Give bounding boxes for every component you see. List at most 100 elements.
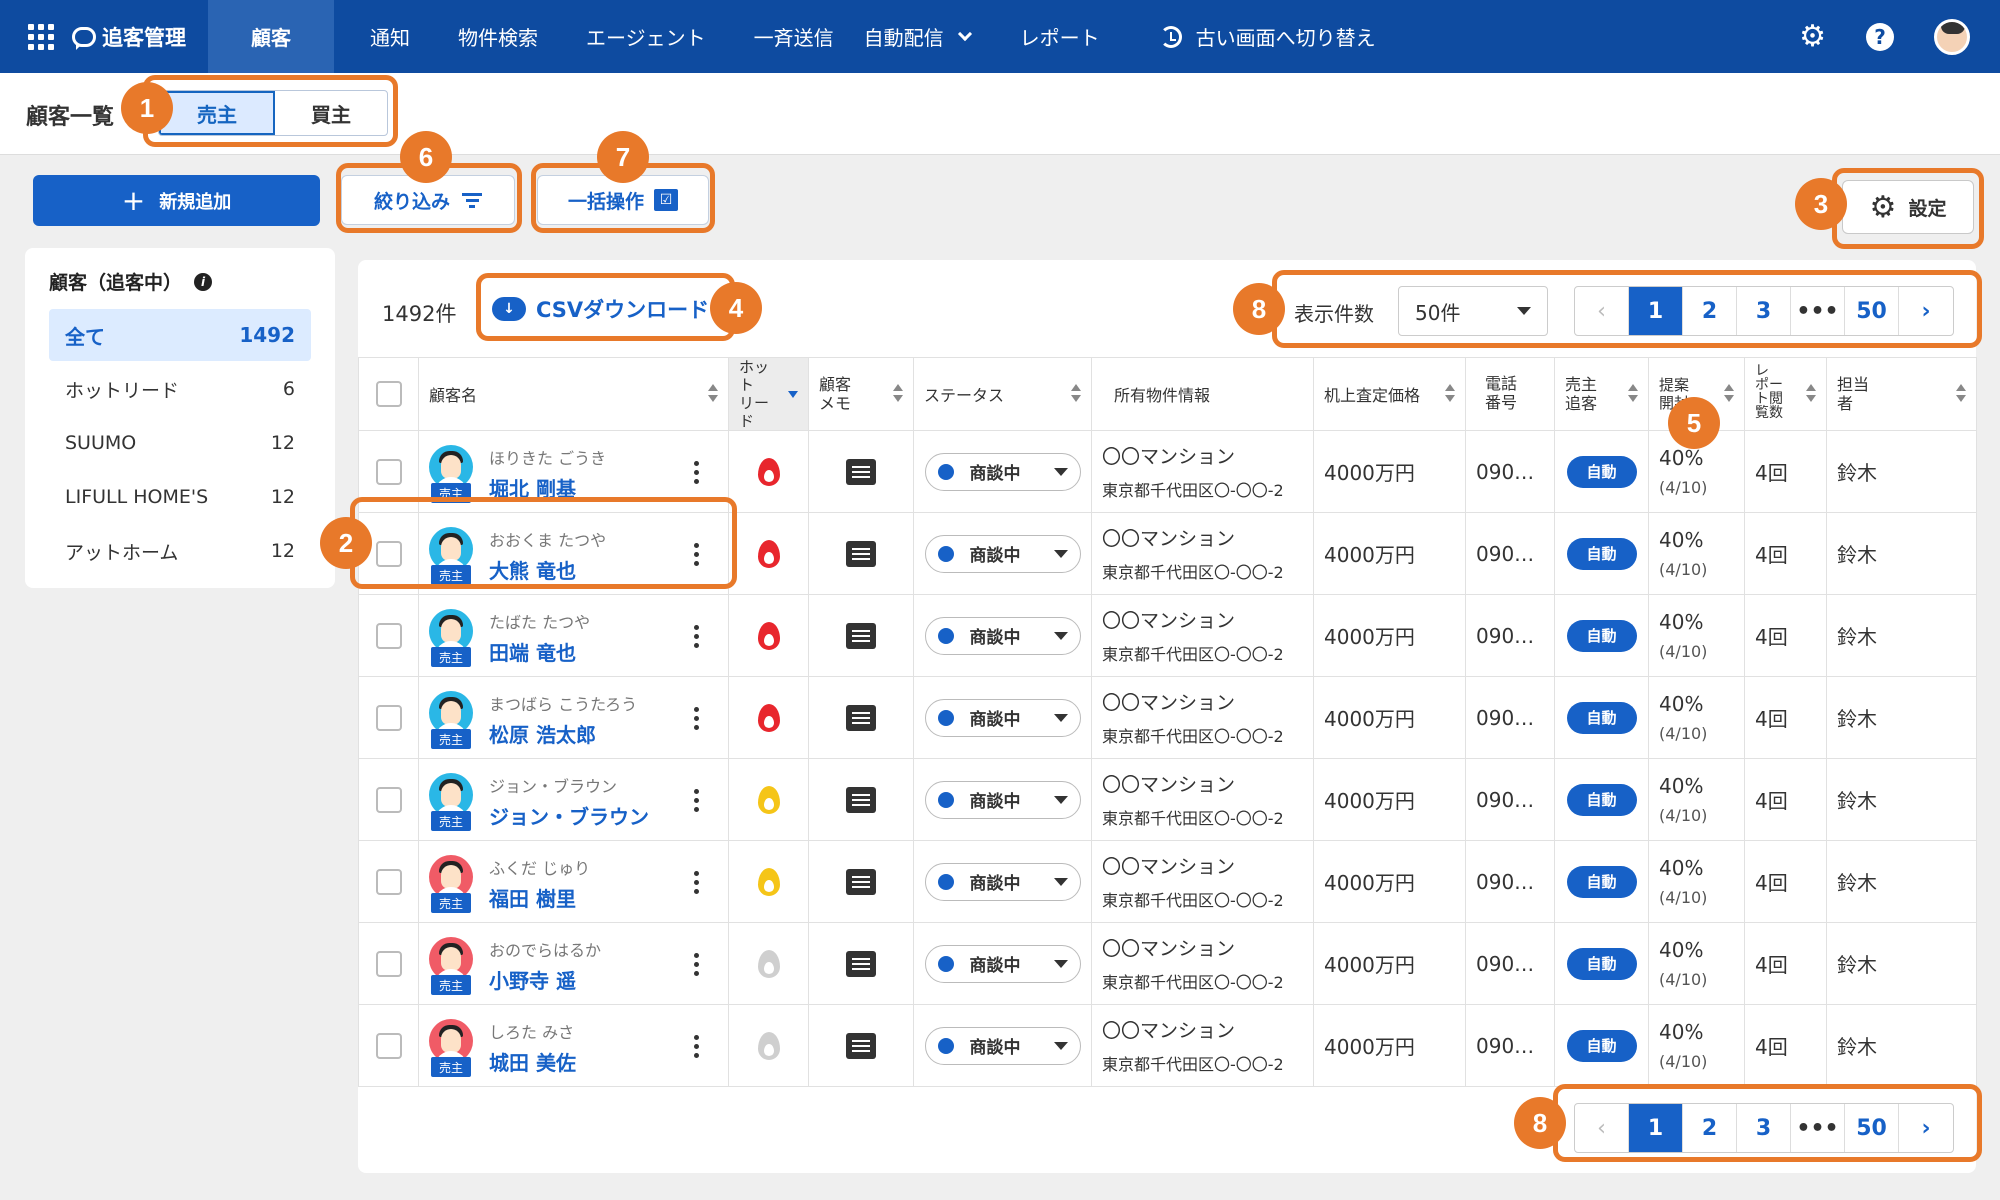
sort-icon	[1724, 384, 1734, 404]
sidebar-item-hot-lead[interactable]: ホットリード 6	[49, 363, 311, 415]
row-checkbox[interactable]	[375, 1032, 402, 1059]
switch-old-ui-link[interactable]: 古い画面へ切り替え	[1140, 0, 1396, 73]
customer-name-link[interactable]: 福田 樹里	[489, 883, 576, 912]
table-row[interactable]: 売主 ふくだ じゅり 福田 樹里 商談中 〇〇マンション 東京都千代田区〇-〇〇-2 400…	[358, 840, 1977, 923]
more-vertical-icon[interactable]	[694, 1035, 699, 1058]
sidebar-item-suumo[interactable]: SUUMO 12	[49, 417, 311, 469]
cell-customer-name[interactable]: 売主 おのでらはるか 小野寺 遥	[418, 922, 729, 1005]
sidebar-item-athome[interactable]: アットホーム 12	[49, 525, 311, 577]
more-vertical-icon[interactable]	[694, 789, 699, 812]
header-name[interactable]: 顧客名	[418, 357, 729, 431]
cell-memo[interactable]	[808, 512, 914, 595]
more-vertical-icon[interactable]	[694, 953, 699, 976]
header-status[interactable]: ステータス	[913, 357, 1092, 431]
cell-memo[interactable]	[808, 594, 914, 677]
status-dropdown[interactable]: 商談中	[924, 698, 1081, 737]
cell-report-views: 4回	[1744, 840, 1827, 923]
caret-down-icon	[1053, 467, 1068, 476]
info-icon[interactable]: i	[194, 272, 213, 291]
more-vertical-icon[interactable]	[694, 461, 699, 484]
add-customer-button[interactable]: + 新規追加	[33, 175, 320, 226]
cell-memo[interactable]	[808, 1004, 914, 1087]
more-vertical-icon[interactable]	[694, 625, 699, 648]
customer-name-link[interactable]: 小野寺 遥	[489, 965, 576, 994]
header-owner[interactable]: 担当 者	[1826, 357, 1977, 431]
cell-customer-name[interactable]: 売主 ふくだ じゅり 福田 樹里	[418, 840, 729, 923]
header-seller-tracking[interactable]: 売主 追客	[1554, 357, 1649, 431]
header-report-views[interactable]: レ ポー ト閲 覧数	[1744, 357, 1827, 431]
nav-item-customers[interactable]: 顧客	[208, 0, 334, 73]
more-vertical-icon[interactable]	[694, 707, 699, 730]
status-dropdown[interactable]: 商談中	[924, 452, 1081, 491]
property-address: 東京都千代田区〇-〇〇-2	[1102, 973, 1284, 992]
table-row[interactable]: 売主 まつばら こうたろう 松原 浩太郎 商談中 〇〇マンション 東京都千代田区〇-〇〇-…	[358, 676, 1977, 759]
cell-memo[interactable]	[808, 840, 914, 923]
customer-name-link[interactable]: 松原 浩太郎	[489, 719, 596, 748]
row-checkbox[interactable]	[375, 622, 402, 649]
customer-name-link[interactable]: 田端 竜也	[489, 637, 576, 666]
memo-icon[interactable]	[846, 540, 876, 567]
nav-item-auto-delivery-label: 自動配信	[863, 26, 944, 50]
nav-item-notifications[interactable]: 通知	[350, 0, 430, 73]
gear-icon[interactable]: ⚙	[1799, 21, 1826, 52]
memo-icon[interactable]	[846, 622, 876, 649]
sidebar-item-lifull[interactable]: LIFULL HOME'S 12	[49, 471, 311, 523]
more-vertical-icon[interactable]	[694, 871, 699, 894]
table-row[interactable]: 売主 おのでらはるか 小野寺 遥 商談中 〇〇マンション 東京都千代田区〇-〇〇-2 400…	[358, 922, 1977, 1005]
estimated-price: 4000万円	[1324, 625, 1415, 649]
phone-number: 090…	[1476, 541, 1535, 566]
memo-icon[interactable]	[846, 786, 876, 813]
memo-icon[interactable]	[846, 950, 876, 977]
table-row[interactable]: 売主 たばた たつや 田端 竜也 商談中 〇〇マンション 東京都千代田区〇-〇〇-2 400…	[358, 594, 1977, 677]
row-checkbox[interactable]	[375, 458, 402, 485]
phone-number: 090…	[1476, 787, 1535, 812]
header-memo[interactable]: 顧客 メモ	[808, 357, 914, 431]
memo-icon[interactable]	[846, 868, 876, 895]
row-checkbox[interactable]	[375, 868, 402, 895]
status-label: 商談中	[969, 710, 1021, 730]
caret-down-icon	[1053, 795, 1068, 804]
nav-item-reports[interactable]: レポート	[1000, 0, 1120, 73]
nav-item-auto-delivery[interactable]: 自動配信	[854, 0, 980, 73]
header-hot-lead[interactable]: ホット リード	[728, 357, 809, 431]
sidebar-item-label: LIFULL HOME'S	[65, 486, 209, 508]
table-row[interactable]: 売主 ジョン・ブラウン ジョン・ブラウン 商談中 〇〇マンション 東京都千代田区〇-〇〇-…	[358, 758, 1977, 841]
cell-memo[interactable]	[808, 758, 914, 841]
status-dropdown[interactable]: 商談中	[924, 616, 1081, 655]
cell-select	[358, 922, 419, 1005]
cell-customer-name[interactable]: 売主 まつばら こうたろう 松原 浩太郎	[418, 676, 729, 759]
status-dropdown[interactable]: 商談中	[924, 944, 1081, 983]
proposal-open-rate: 40%	[1659, 692, 1704, 716]
status-dropdown[interactable]: 商談中	[924, 534, 1081, 573]
cell-price: 4000万円	[1313, 1004, 1466, 1087]
nav-item-bulk-send[interactable]: 一斉送信	[734, 0, 854, 73]
cell-customer-name[interactable]: 売主 しろた みさ 城田 美佐	[418, 1004, 729, 1087]
app-grid-icon[interactable]	[28, 23, 54, 50]
sidebar-item-all[interactable]: 全て 1492	[49, 309, 311, 361]
row-checkbox[interactable]	[375, 950, 402, 977]
row-checkbox[interactable]	[375, 704, 402, 731]
user-avatar[interactable]	[1934, 18, 1970, 55]
row-checkbox[interactable]	[375, 786, 402, 813]
cell-memo[interactable]	[808, 430, 914, 513]
cell-customer-name[interactable]: 売主 たばた たつや 田端 竜也	[418, 594, 729, 677]
table-row[interactable]: 売主 しろた みさ 城田 美佐 商談中 〇〇マンション 東京都千代田区〇-〇〇-2 4000…	[358, 1004, 1977, 1087]
phone-number: 090…	[1476, 623, 1535, 648]
cell-customer-name[interactable]: 売主 ジョン・ブラウン ジョン・ブラウン	[418, 758, 729, 841]
memo-icon[interactable]	[846, 704, 876, 731]
status-dropdown[interactable]: 商談中	[924, 862, 1081, 901]
brand[interactable]: 追客管理	[0, 0, 208, 73]
status-dropdown[interactable]: 商談中	[924, 780, 1081, 819]
status-dropdown[interactable]: 商談中	[924, 1026, 1081, 1065]
nav-item-property-search[interactable]: 物件検索	[438, 0, 558, 73]
help-icon[interactable]: ?	[1866, 22, 1894, 51]
cell-memo[interactable]	[808, 922, 914, 1005]
header-price[interactable]: 机上査定価格	[1313, 357, 1466, 431]
select-all-checkbox[interactable]	[375, 381, 402, 407]
nav-item-agents[interactable]: エージェント	[566, 0, 726, 73]
cell-memo[interactable]	[808, 676, 914, 759]
memo-icon[interactable]	[846, 458, 876, 485]
memo-icon[interactable]	[846, 1032, 876, 1059]
customer-name-link[interactable]: 城田 美佐	[489, 1047, 576, 1076]
customer-name-link[interactable]: ジョン・ブラウン	[489, 801, 649, 830]
